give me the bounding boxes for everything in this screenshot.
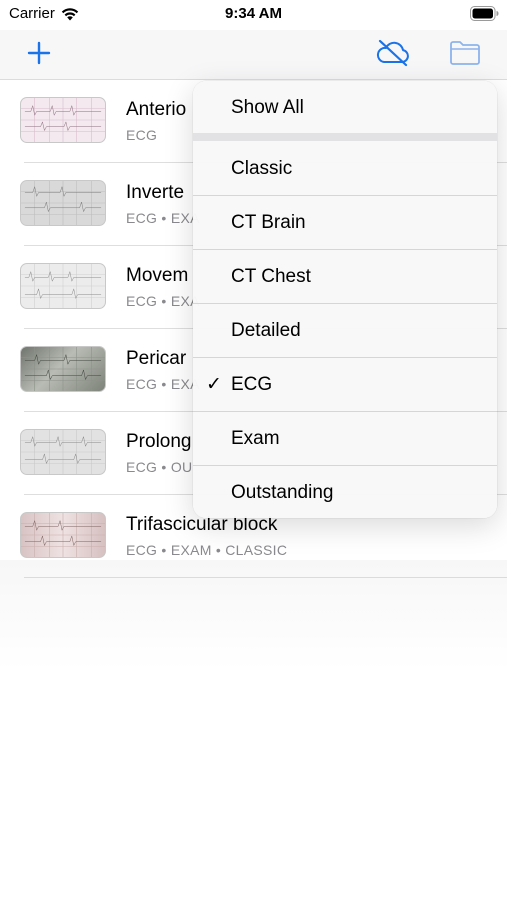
add-button[interactable] (22, 36, 56, 70)
folder-icon (450, 41, 480, 65)
ecg-thumbnail-image (21, 347, 105, 391)
ecg-thumbnail-image (21, 98, 105, 142)
menu-item-label: Detailed (231, 319, 301, 341)
case-tags: ECG • EXAM • CLASSIC (126, 542, 288, 558)
clock: 9:34 AM (225, 5, 282, 22)
menu-section-divider (193, 133, 497, 141)
ecg-thumbnail-image (21, 430, 105, 474)
menu-item-exam[interactable]: Exam (193, 412, 497, 465)
case-title: Prolong (126, 431, 192, 452)
thumbnail (20, 512, 106, 558)
menu-item-label: Show All (231, 96, 304, 118)
case-title: Inverte (126, 182, 185, 203)
ecg-thumbnail-image (21, 181, 105, 225)
case-title: Movem (126, 265, 189, 286)
case-tags: ECG (126, 127, 158, 143)
thumbnail (20, 180, 106, 226)
case-tags: ECG • EXA (126, 210, 200, 226)
menu-item-ct-chest[interactable]: CT Chest (193, 250, 497, 303)
menu-item-label: ECG (231, 373, 273, 395)
ecg-thumbnail-image (21, 513, 105, 557)
case-tags: ECG • EXA (126, 293, 200, 309)
folder-button[interactable] (446, 36, 484, 70)
checkmark-icon: ✓ (206, 374, 222, 395)
menu-item-label: CT Chest (231, 265, 311, 287)
menu-item-label: Outstanding (231, 481, 334, 503)
menu-item-label: Classic (231, 157, 293, 179)
menu-item-ecg[interactable]: ✓ ECG (193, 358, 497, 411)
plus-icon (27, 41, 51, 65)
case-title: Pericar (126, 348, 187, 369)
navigation-bar (0, 30, 507, 80)
menu-item-classic[interactable]: Classic (193, 142, 497, 195)
menu-item-ct-brain[interactable]: CT Brain (193, 196, 497, 249)
filter-menu: Show All Classic CT Brain CT Chest Detai… (193, 81, 497, 518)
case-tags: ECG • OU (126, 459, 193, 475)
thumbnail (20, 263, 106, 309)
menu-item-label: Exam (231, 427, 280, 449)
thumbnail (20, 346, 106, 392)
menu-item-label: CT Brain (231, 211, 306, 233)
menu-item-detailed[interactable]: Detailed (193, 304, 497, 357)
case-title: Anterio (126, 99, 187, 120)
thumbnail (20, 97, 106, 143)
menu-item-outstanding[interactable]: Outstanding (193, 466, 497, 518)
cloud-slash-icon (376, 39, 409, 67)
status-bar: Carrier 9:34 AM (0, 0, 507, 30)
thumbnail (20, 429, 106, 475)
sync-button[interactable] (372, 36, 414, 70)
ecg-thumbnail-image (21, 264, 105, 308)
battery-icon (470, 6, 499, 21)
menu-item-show-all[interactable]: Show All (193, 81, 497, 134)
case-tags: ECG • EXA (126, 376, 200, 392)
